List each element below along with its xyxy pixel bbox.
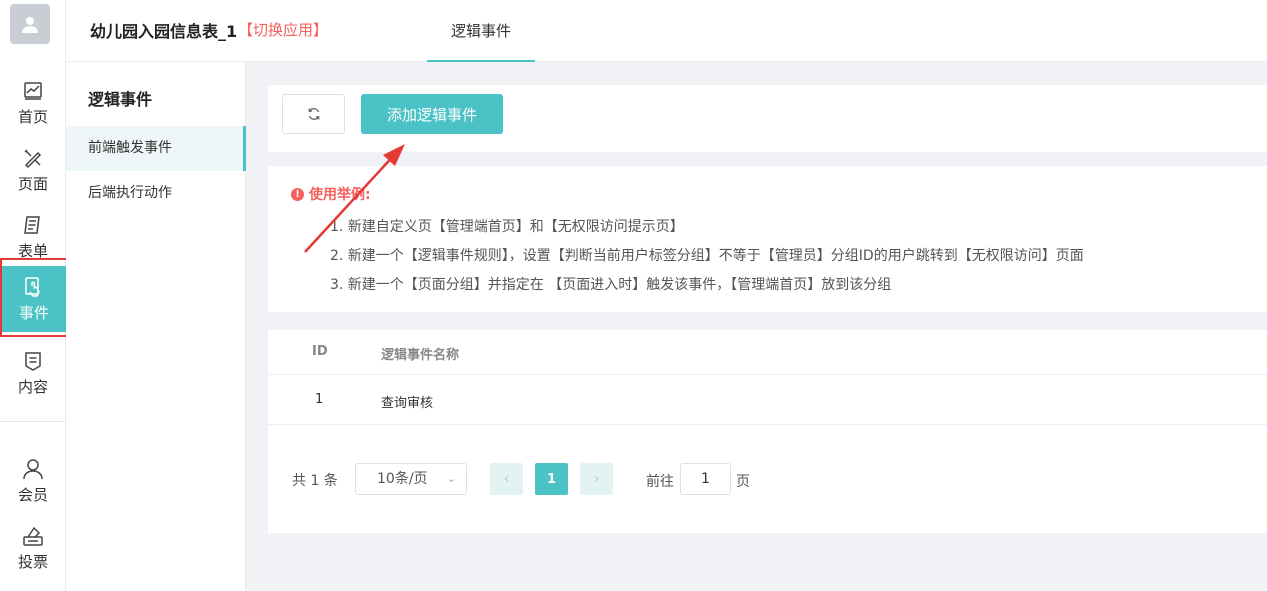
chart-icon bbox=[24, 81, 42, 100]
rail-item-vote[interactable]: 投票 bbox=[0, 515, 66, 581]
rail-item-label: 投票 bbox=[17, 552, 48, 571]
app-title: 幼儿园入园信息表_1 bbox=[90, 22, 238, 41]
refresh-icon bbox=[308, 108, 319, 120]
usage-line: 2. 新建一个【逻辑事件规则】，设置【判断当前用户标签分组】不等于【管理员】分组… bbox=[330, 248, 1084, 264]
usage-example-panel: ! 使用举例: 1. 新建自定义页【管理端首页】和【无权限访问提示页】 2. 新… bbox=[268, 166, 1267, 312]
prev-page-button[interactable]: ‹ bbox=[490, 463, 523, 495]
rail-item-label: 会员 bbox=[17, 485, 48, 504]
table-row-divider bbox=[268, 424, 1267, 425]
column-header-name: 逻辑事件名称 bbox=[381, 348, 460, 363]
add-logic-event-button[interactable]: 添加逻辑事件 bbox=[361, 94, 503, 134]
rail-item-member[interactable]: 会员 bbox=[0, 448, 66, 514]
page-number-current[interactable]: 1 bbox=[535, 463, 568, 495]
goto-page-input[interactable] bbox=[680, 463, 731, 495]
page-size-select[interactable]: 10条/页 ⌄ bbox=[355, 463, 467, 495]
icon-rail: 首页 页面 表单 事件 内容 会员 投票 bbox=[0, 0, 66, 591]
usage-title: ! 使用举例: bbox=[291, 184, 371, 204]
top-header: 幼儿园入园信息表_1 【切换应用】 逻辑事件 bbox=[66, 0, 1267, 62]
table-header-divider bbox=[268, 374, 1267, 375]
submenu-title: 逻辑事件 bbox=[88, 90, 153, 109]
submenu-item-label: 后端执行动作 bbox=[88, 185, 172, 201]
submenu-item-frontend-events[interactable]: 前端触发事件 bbox=[66, 126, 246, 171]
chevron-left-icon: ‹ bbox=[503, 471, 510, 487]
design-icon bbox=[24, 148, 42, 168]
form-icon bbox=[24, 215, 40, 234]
next-page-button[interactable]: › bbox=[580, 463, 613, 495]
rail-item-label: 内容 bbox=[17, 377, 48, 396]
vote-icon bbox=[23, 526, 43, 546]
toolbar-panel: 添加逻辑事件 bbox=[268, 85, 1267, 152]
usage-line: 3. 新建一个【页面分组】并指定在 【页面进入时】触发该事件，【管理端首页】放到… bbox=[330, 277, 892, 293]
column-header-id: ID bbox=[312, 344, 328, 359]
events-table-panel: ID 逻辑事件名称 1 查询审核 共 1 条 10条/页 ⌄ ‹ 1 › 前往 … bbox=[268, 330, 1267, 533]
rail-item-event[interactable]: 事件 bbox=[2, 266, 66, 332]
avatar[interactable] bbox=[10, 4, 50, 44]
cell-name: 查询审核 bbox=[381, 396, 434, 411]
rail-item-label: 页面 bbox=[17, 174, 48, 193]
rail-divider bbox=[0, 421, 66, 422]
rail-item-label: 首页 bbox=[17, 107, 48, 126]
rail-item-page[interactable]: 页面 bbox=[0, 137, 66, 203]
goto-label: 前往 bbox=[646, 474, 674, 490]
refresh-button[interactable] bbox=[282, 94, 345, 134]
chevron-down-icon: ⌄ bbox=[446, 472, 456, 485]
tab-label: 逻辑事件 bbox=[450, 21, 511, 40]
user-avatar-icon bbox=[22, 17, 38, 33]
goto-suffix: 页 bbox=[736, 474, 750, 490]
rail-item-label: 事件 bbox=[18, 303, 49, 322]
chevron-right-icon: › bbox=[593, 471, 600, 487]
add-button-label: 添加逻辑事件 bbox=[386, 105, 477, 124]
tab-logic-events[interactable]: 逻辑事件 bbox=[427, 0, 535, 62]
user-icon bbox=[23, 458, 43, 479]
secondary-menu: 逻辑事件 前端触发事件 后端执行动作 bbox=[66, 62, 246, 591]
submenu-item-backend-actions[interactable]: 后端执行动作 bbox=[66, 171, 246, 216]
pagination-total: 共 1 条 bbox=[292, 473, 338, 489]
rail-item-form[interactable]: 表单 bbox=[0, 204, 66, 270]
rail-item-home[interactable]: 首页 bbox=[0, 70, 66, 136]
content-icon bbox=[25, 351, 41, 371]
info-icon: ! bbox=[291, 187, 304, 201]
page-number-label: 1 bbox=[546, 471, 557, 487]
switch-app-link[interactable]: 【切换应用】 bbox=[238, 19, 328, 40]
cell-id: 1 bbox=[315, 392, 324, 407]
usage-title-text: 使用举例: bbox=[309, 187, 371, 203]
rail-item-label: 表单 bbox=[17, 241, 48, 260]
usage-line: 1. 新建自定义页【管理端首页】和【无权限访问提示页】 bbox=[330, 219, 684, 235]
page-size-value: 10条/页 bbox=[377, 471, 428, 487]
rail-item-content[interactable]: 内容 bbox=[0, 340, 66, 406]
submenu-item-label: 前端触发事件 bbox=[88, 140, 172, 156]
event-touch-icon bbox=[25, 276, 40, 297]
